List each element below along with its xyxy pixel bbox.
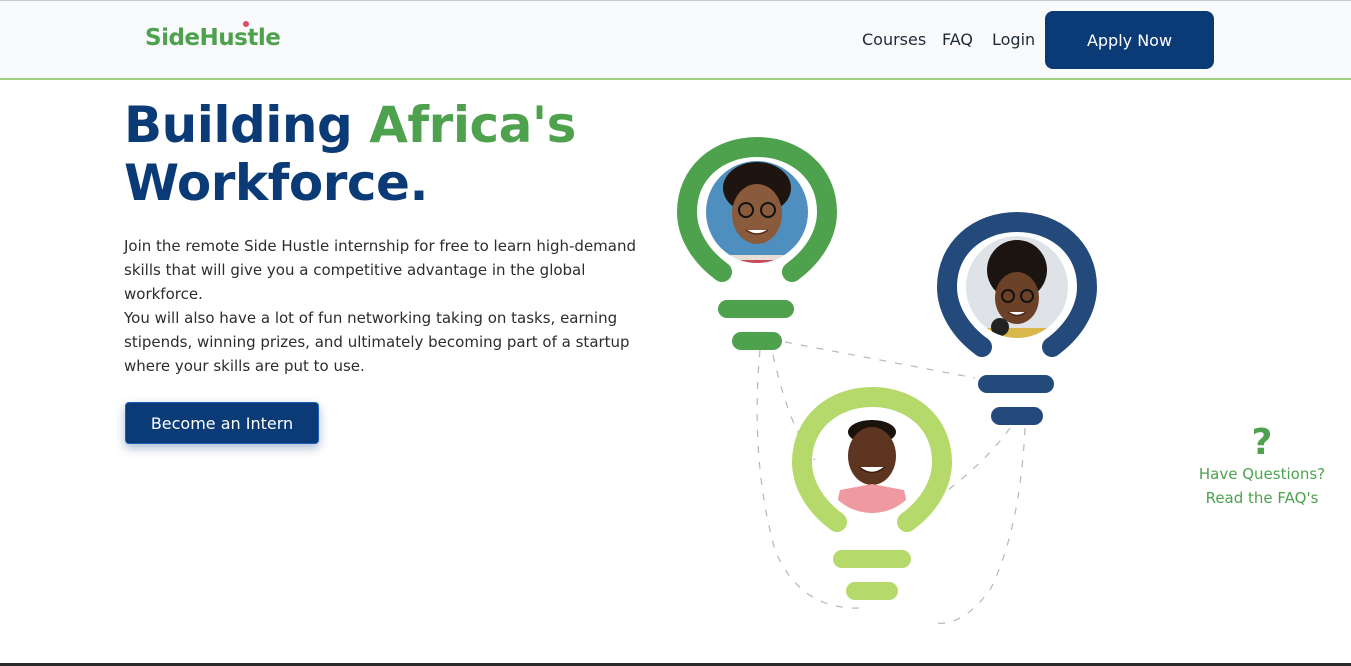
hero-title-highlight: Africa's bbox=[369, 96, 576, 154]
logo-text: SideHustle bbox=[145, 25, 281, 51]
faq-help-text: Have Questions? Read the FAQ's bbox=[1198, 465, 1326, 507]
hero-description-line2: You will also have a lot of fun networki… bbox=[124, 309, 630, 375]
blue-bulb bbox=[936, 211, 1098, 425]
nav-faq[interactable]: FAQ bbox=[942, 30, 973, 49]
site-header: SideHustle Courses FAQ Login Apply Now bbox=[0, 1, 1351, 80]
nav-courses[interactable]: Courses bbox=[862, 30, 926, 49]
hero-description: Join the remote Side Hustle internship f… bbox=[124, 234, 669, 378]
hero-title-part1: Building bbox=[124, 96, 370, 154]
hero-title: Building Africa's Workforce. bbox=[124, 96, 576, 212]
become-intern-button[interactable]: Become an Intern bbox=[125, 402, 319, 444]
hero-title-part2: Workforce. bbox=[124, 154, 428, 212]
faq-help-link[interactable]: ? Have Questions? Read the FAQ's bbox=[1182, 424, 1342, 510]
green-bulb bbox=[676, 136, 838, 350]
logo-dot bbox=[243, 21, 249, 27]
sidehustle-logo[interactable]: SideHustle bbox=[145, 21, 281, 51]
bulbs-illustration bbox=[676, 136, 1098, 624]
question-mark-icon: ? bbox=[1251, 422, 1273, 463]
nav-login[interactable]: Login bbox=[992, 30, 1035, 49]
hero-description-line1: Join the remote Side Hustle internship f… bbox=[124, 237, 637, 303]
apply-now-button[interactable]: Apply Now bbox=[1045, 11, 1214, 69]
light-green-bulb bbox=[791, 386, 953, 600]
